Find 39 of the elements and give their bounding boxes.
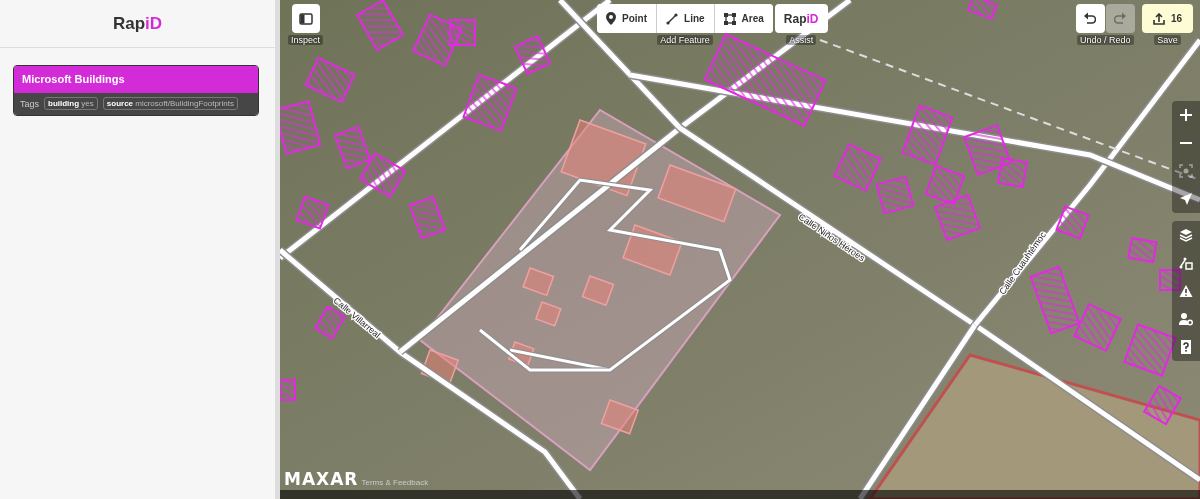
footpath[interactable] (478, 328, 610, 373)
pin-icon (606, 12, 617, 25)
rapid-logo: RapiD (112, 13, 163, 34)
help-icon (1179, 340, 1193, 354)
location-arrow-icon (1179, 192, 1193, 206)
layers-icon (1179, 228, 1193, 242)
road[interactable] (557, 0, 1200, 484)
add-point-button[interactable]: Point (597, 4, 658, 33)
imagery-provider-logo: MAXAR (284, 469, 359, 489)
tag-chip: building yes (44, 97, 98, 110)
road[interactable] (856, 322, 979, 499)
frame-icon (1179, 164, 1193, 178)
tags-label: Tags (20, 98, 39, 109)
warning-icon (1179, 284, 1193, 298)
save-button[interactable]: 16 (1141, 4, 1193, 33)
road[interactable] (280, 246, 584, 499)
road[interactable] (971, 37, 1200, 328)
dataset-title: Microsoft Buildings (14, 66, 258, 93)
footpath[interactable] (509, 177, 733, 373)
toolbar-caption: Save (1154, 35, 1181, 45)
undo-icon (1084, 12, 1097, 25)
toolbar-caption: Inspect (288, 35, 324, 45)
line-icon (666, 12, 679, 25)
area-outline[interactable] (867, 353, 1200, 499)
map-data-icon (1179, 256, 1193, 270)
toolbar-caption: Undo / Redo (1077, 35, 1134, 45)
undo-button[interactable] (1075, 4, 1105, 33)
rapid-logo: RapiD (783, 11, 819, 26)
dataset-card[interactable]: Microsoft Buildings Tags building yes source microsoft/BuildingFootprints (13, 65, 259, 116)
toolbar-caption: Add Feature (657, 35, 713, 45)
user-settings-icon (1179, 312, 1193, 326)
redo-icon (1114, 12, 1127, 25)
sidebar-toggle-icon (298, 12, 313, 25)
area-icon (723, 12, 736, 25)
plus-icon (1179, 108, 1193, 122)
tag-chip: source microsoft/BuildingFootprints (102, 97, 238, 110)
assist-button[interactable]: RapiD (774, 4, 828, 33)
upload-icon (1152, 12, 1165, 25)
inspect-button[interactable] (291, 4, 320, 33)
